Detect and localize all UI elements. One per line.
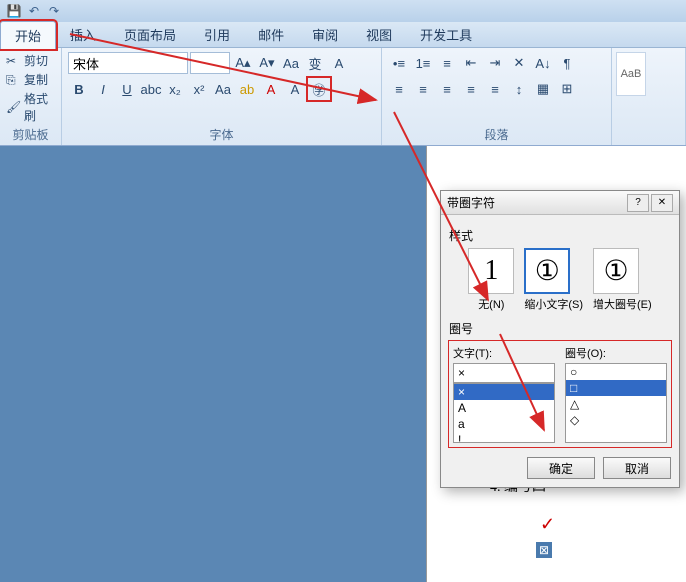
tab-view[interactable]: 视图	[352, 21, 406, 48]
numbering-button[interactable]: 1≡	[412, 52, 434, 74]
clipboard-group: ✂剪切 ⎘复制 🖌格式刷 剪贴板	[0, 48, 62, 145]
dec-indent-button[interactable]: ⇤	[460, 52, 482, 74]
quick-access-toolbar: 💾 ↶ ↷	[0, 0, 686, 22]
style-enlarge-option[interactable]: ① 增大圈号(E)	[593, 248, 652, 312]
char-border-button[interactable]: A	[328, 52, 350, 74]
style-none-option[interactable]: 1 无(N)	[468, 248, 514, 312]
text-input[interactable]	[453, 363, 555, 383]
style-enlarge-preview: ①	[593, 248, 639, 294]
font-label: 字体	[62, 126, 381, 143]
justify-button[interactable]: ≡	[460, 78, 482, 100]
tab-insert[interactable]: 插入	[56, 21, 110, 48]
shrink-font-button[interactable]: A▾	[256, 52, 278, 74]
underline-button[interactable]: U	[116, 78, 138, 100]
subscript-button[interactable]: x₂	[164, 78, 186, 100]
grow-font-button[interactable]: A▴	[232, 52, 254, 74]
sort-button[interactable]: A↓	[532, 52, 554, 74]
align-center-button[interactable]: ≡	[412, 78, 434, 100]
dialog-titlebar: 带圈字符 ? ✕	[441, 191, 679, 215]
paragraph-label: 段落	[382, 126, 611, 143]
asian-layout-button[interactable]: ✕	[508, 52, 530, 74]
distribute-button[interactable]: ≡	[484, 78, 506, 100]
styles-group: AaB	[612, 48, 686, 145]
font-name-select[interactable]: 宋体	[68, 52, 188, 74]
strike-button[interactable]: abc	[140, 78, 162, 100]
scissors-icon: ✂	[6, 54, 20, 68]
help-button[interactable]: ?	[627, 194, 649, 212]
close-button[interactable]: ✕	[651, 194, 673, 212]
tab-mail[interactable]: 邮件	[244, 21, 298, 48]
tab-review[interactable]: 审阅	[298, 21, 352, 48]
show-marks-button[interactable]: ¶	[556, 52, 578, 74]
clear-format-button[interactable]: Aa	[280, 52, 302, 74]
cut-button[interactable]: ✂剪切	[6, 52, 55, 69]
paragraph-group: •≡ 1≡ ≡ ⇤ ⇥ ✕ A↓ ¶ ≡ ≡ ≡ ≡ ≡ ↕ ▦ ⊞ 段落	[382, 48, 612, 145]
format-painter-button[interactable]: 🖌格式刷	[6, 90, 55, 124]
font-color-button[interactable]: A	[260, 78, 282, 100]
ribbon-tabs: 开始 插入 页面布局 引用 邮件 审阅 视图 开发工具	[0, 22, 686, 48]
clipboard-label: 剪贴板	[0, 126, 61, 143]
inc-indent-button[interactable]: ⇥	[484, 52, 506, 74]
copy-button[interactable]: ⎘复制	[6, 71, 55, 88]
circle-listbox[interactable]: ○ □ △ ◇	[565, 363, 667, 443]
enclose-dialog: 带圈字符 ? ✕ 样式 1 无(N) ① 缩小文字(S) ① 增大圈号(E) 圈…	[440, 190, 680, 488]
enclosed-x-glyph: ⊠	[536, 542, 552, 558]
text-field-label: 文字(T):	[453, 345, 555, 361]
multilevel-button[interactable]: ≡	[436, 52, 458, 74]
font-size-select[interactable]	[190, 52, 230, 74]
redo-icon[interactable]: ↷	[46, 3, 62, 19]
bullets-button[interactable]: •≡	[388, 52, 410, 74]
align-left-button[interactable]: ≡	[388, 78, 410, 100]
copy-icon: ⎘	[6, 73, 20, 87]
cancel-button[interactable]: 取消	[603, 457, 671, 479]
ribbon: ✂剪切 ⎘复制 🖌格式刷 剪贴板 宋体 A▴ A▾ Aa 变 A B I U a…	[0, 48, 686, 146]
phonetic-button[interactable]: 变	[304, 52, 326, 74]
superscript-button[interactable]: x²	[188, 78, 210, 100]
char-shading-button[interactable]: A	[284, 78, 306, 100]
borders-button[interactable]: ⊞	[556, 78, 578, 100]
circle-field-label: 圈号(O):	[565, 345, 667, 361]
save-icon[interactable]: 💾	[6, 3, 22, 19]
style-section-label: 样式	[449, 227, 671, 244]
tab-layout[interactable]: 页面布局	[110, 21, 190, 48]
enclose-char-button[interactable]: ㊫	[308, 78, 330, 100]
undo-icon[interactable]: ↶	[26, 3, 42, 19]
highlight-button[interactable]: ab	[236, 78, 258, 100]
enclose-section-label: 圈号	[449, 320, 671, 337]
style-preview[interactable]: AaB	[616, 52, 646, 96]
tab-devtools[interactable]: 开发工具	[406, 21, 486, 48]
italic-button[interactable]: I	[92, 78, 114, 100]
align-right-button[interactable]: ≡	[436, 78, 458, 100]
font-group: 宋体 A▴ A▾ Aa 变 A B I U abc x₂ x² Aa ab A …	[62, 48, 382, 145]
ok-button[interactable]: 确定	[527, 457, 595, 479]
bold-button[interactable]: B	[68, 78, 90, 100]
line-spacing-button[interactable]: ↕	[508, 78, 530, 100]
dialog-title-text: 带圈字符	[447, 194, 495, 211]
style-none-preview: 1	[468, 248, 514, 294]
style-shrink-preview: ①	[524, 248, 570, 294]
style-shrink-option[interactable]: ① 缩小文字(S)	[524, 248, 583, 312]
enclose-options-row: 文字(T): × A a ! 圈号(O): ○ □ △ ◇	[449, 341, 671, 447]
tab-home[interactable]: 开始	[0, 21, 56, 49]
checkmark-glyph: ✓	[540, 514, 555, 535]
tab-references[interactable]: 引用	[190, 21, 244, 48]
change-case-button[interactable]: Aa	[212, 78, 234, 100]
brush-icon: 🖌	[6, 100, 20, 114]
shading-button[interactable]: ▦	[532, 78, 554, 100]
text-listbox[interactable]: × A a !	[453, 383, 555, 443]
